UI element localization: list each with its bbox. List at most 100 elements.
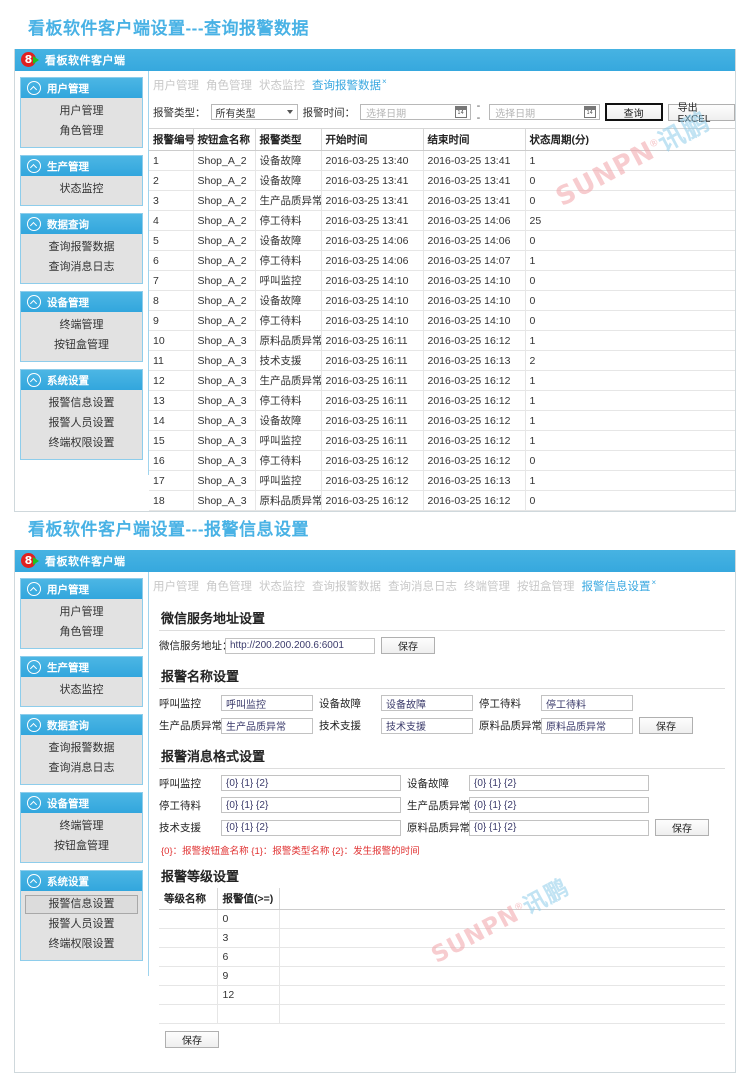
sidebar-item-status-monitor[interactable]: 状态监控	[25, 180, 138, 199]
name-input-production-quality[interactable]: 生产品质异常	[221, 718, 313, 734]
tab-query-alarm-data[interactable]: 查询报警数据×	[312, 77, 387, 93]
tab-status-monitor[interactable]: 状态监控	[259, 77, 305, 93]
table-cell[interactable]: 12	[217, 986, 279, 1005]
table-row[interactable]: 12Shop_A_3生产品质异常2016-03-25 16:112016-03-…	[149, 371, 735, 391]
sidebar-item-alarm-info-settings[interactable]: 报警信息设置	[25, 895, 138, 914]
sidebar-item-role-management[interactable]: 角色管理	[25, 623, 138, 642]
sidebar-item-terminal-management[interactable]: 终端管理	[25, 817, 138, 836]
table-cell[interactable]	[159, 948, 217, 967]
date-from-input[interactable]: 选择日期	[360, 104, 470, 120]
tab-status-monitor[interactable]: 状态监控	[259, 578, 305, 594]
nav-group-header-production-management[interactable]: 生产管理	[21, 156, 142, 176]
table-row[interactable]: 2Shop_A_2设备故障2016-03-25 13:412016-03-25 …	[149, 171, 735, 191]
wechat-save-button[interactable]: 保存	[381, 637, 435, 654]
table-row[interactable]: 12	[159, 986, 725, 1005]
table-cell[interactable]	[279, 929, 725, 948]
sidebar-item-alarm-staff-settings[interactable]: 报警人员设置	[25, 414, 138, 433]
table-cell[interactable]	[279, 986, 725, 1005]
names-save-button[interactable]: 保存	[639, 717, 693, 734]
table-row[interactable]	[159, 1005, 725, 1024]
table-row[interactable]: 1Shop_A_2设备故障2016-03-25 13:402016-03-25 …	[149, 151, 735, 171]
table-row[interactable]: 5Shop_A_2设备故障2016-03-25 14:062016-03-25 …	[149, 231, 735, 251]
tab-alarm-info-settings[interactable]: 报警信息设置×	[582, 578, 657, 594]
nav-group-header-production-management[interactable]: 生产管理	[21, 657, 142, 677]
nav-group-header-user-management[interactable]: 用户管理	[21, 78, 142, 98]
format-input-material-quality[interactable]: {0} {1} {2}	[469, 820, 649, 836]
sidebar-item-terminal-permission-settings[interactable]: 终端权限设置	[25, 434, 138, 453]
format-input-waiting-material[interactable]: {0} {1} {2}	[221, 797, 401, 813]
table-cell[interactable]	[159, 929, 217, 948]
sidebar-item-user-management[interactable]: 用户管理	[25, 102, 138, 121]
calendar-icon[interactable]	[584, 106, 596, 118]
sidebar-item-query-alarm-data[interactable]: 查询报警数据	[25, 739, 138, 758]
tab-role-management[interactable]: 角色管理	[206, 77, 252, 93]
table-cell[interactable]	[279, 910, 725, 929]
table-row[interactable]: 0	[159, 910, 725, 929]
table-cell[interactable]: 6	[217, 948, 279, 967]
export-excel-button[interactable]: 导出EXCEL	[668, 104, 735, 121]
table-row[interactable]: 13Shop_A_3停工待料2016-03-25 16:112016-03-25…	[149, 391, 735, 411]
sidebar-item-alarm-staff-settings[interactable]: 报警人员设置	[25, 915, 138, 934]
table-row[interactable]: 6	[159, 948, 725, 967]
table-row[interactable]: 6Shop_A_2停工待料2016-03-25 14:062016-03-25 …	[149, 251, 735, 271]
nav-group-header-system-settings[interactable]: 系统设置	[21, 871, 142, 891]
format-input-production-quality[interactable]: {0} {1} {2}	[469, 797, 649, 813]
tab-query-alarm-data[interactable]: 查询报警数据	[312, 578, 381, 594]
table-row[interactable]: 17Shop_A_3呼叫监控2016-03-25 16:122016-03-25…	[149, 471, 735, 491]
sidebar-item-button-box-management[interactable]: 按钮盒管理	[25, 336, 138, 355]
sidebar-item-terminal-permission-settings[interactable]: 终端权限设置	[25, 935, 138, 954]
sidebar-item-query-message-log[interactable]: 查询消息日志	[25, 258, 138, 277]
table-row[interactable]: 9	[159, 967, 725, 986]
table-cell[interactable]	[159, 967, 217, 986]
sidebar-item-query-message-log[interactable]: 查询消息日志	[25, 759, 138, 778]
nav-group-header-device-management[interactable]: 设备管理	[21, 793, 142, 813]
table-row[interactable]: 4Shop_A_2停工待料2016-03-25 13:412016-03-25 …	[149, 211, 735, 231]
table-cell[interactable]: 3	[217, 929, 279, 948]
tab-query-message-log[interactable]: 查询消息日志	[388, 578, 457, 594]
levels-save-button[interactable]: 保存	[165, 1031, 219, 1048]
table-cell[interactable]	[159, 986, 217, 1005]
table-cell[interactable]: 9	[217, 967, 279, 986]
table-row[interactable]: 14Shop_A_3设备故障2016-03-25 16:112016-03-25…	[149, 411, 735, 431]
name-input-material-quality[interactable]: 原料品质异常	[541, 718, 633, 734]
name-input-tech-support[interactable]: 技术支援	[381, 718, 473, 734]
name-input-call-monitor[interactable]: 呼叫监控	[221, 695, 313, 711]
tab-close-icon[interactable]: ×	[382, 77, 387, 86]
table-row[interactable]: 7Shop_A_2呼叫监控2016-03-25 14:102016-03-25 …	[149, 271, 735, 291]
format-input-call-monitor[interactable]: {0} {1} {2}	[221, 775, 401, 791]
table-cell[interactable]	[217, 1005, 279, 1024]
nav-group-header-data-query[interactable]: 数据查询	[21, 214, 142, 234]
name-input-equipment-fault[interactable]: 设备故障	[381, 695, 473, 711]
table-row[interactable]: 8Shop_A_2设备故障2016-03-25 14:102016-03-25 …	[149, 291, 735, 311]
nav-group-header-user-management[interactable]: 用户管理	[21, 579, 142, 599]
sidebar-item-alarm-info-settings[interactable]: 报警信息设置	[25, 394, 138, 413]
table-row[interactable]: 15Shop_A_3呼叫监控2016-03-25 16:112016-03-25…	[149, 431, 735, 451]
formats-save-button[interactable]: 保存	[655, 819, 709, 836]
tab-user-management[interactable]: 用户管理	[153, 77, 199, 93]
table-row[interactable]: 9Shop_A_2停工待料2016-03-25 14:102016-03-25 …	[149, 311, 735, 331]
format-input-equipment-fault[interactable]: {0} {1} {2}	[469, 775, 649, 791]
table-cell[interactable]: 0	[217, 910, 279, 929]
table-row[interactable]: 3	[159, 929, 725, 948]
wechat-address-input[interactable]: http://200.200.200.6:6001	[225, 638, 375, 654]
query-button[interactable]: 查询	[605, 103, 663, 121]
table-cell[interactable]	[159, 910, 217, 929]
table-row[interactable]: 11Shop_A_3技术支援2016-03-25 16:112016-03-25…	[149, 351, 735, 371]
sidebar-item-role-management[interactable]: 角色管理	[25, 122, 138, 141]
nav-group-header-device-management[interactable]: 设备管理	[21, 292, 142, 312]
table-cell[interactable]	[279, 967, 725, 986]
nav-group-header-data-query[interactable]: 数据查询	[21, 715, 142, 735]
sidebar-item-status-monitor[interactable]: 状态监控	[25, 681, 138, 700]
sidebar-item-terminal-management[interactable]: 终端管理	[25, 316, 138, 335]
table-row[interactable]: 16Shop_A_3停工待料2016-03-25 16:122016-03-25…	[149, 451, 735, 471]
table-cell[interactable]	[279, 1005, 725, 1024]
calendar-icon[interactable]	[455, 106, 467, 118]
tab-user-management[interactable]: 用户管理	[153, 578, 199, 594]
tab-close-icon[interactable]: ×	[652, 578, 657, 587]
sidebar-item-user-management[interactable]: 用户管理	[25, 603, 138, 622]
tab-terminal-management[interactable]: 终端管理	[464, 578, 510, 594]
sidebar-item-button-box-management[interactable]: 按钮盒管理	[25, 837, 138, 856]
table-cell[interactable]	[159, 1005, 217, 1024]
name-input-waiting-material[interactable]: 停工待料	[541, 695, 633, 711]
tab-role-management[interactable]: 角色管理	[206, 578, 252, 594]
